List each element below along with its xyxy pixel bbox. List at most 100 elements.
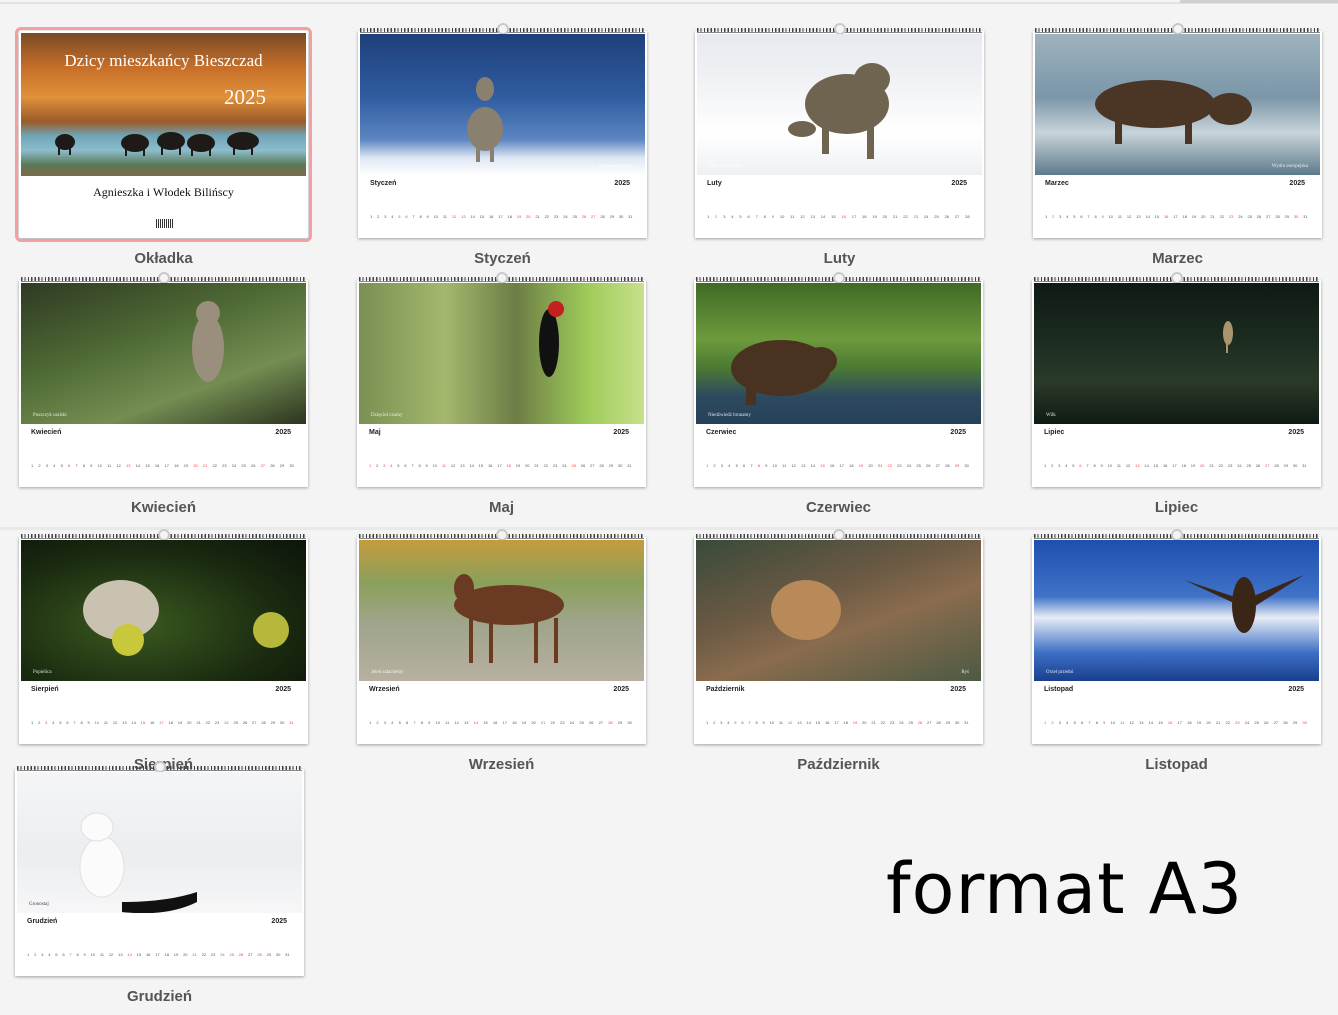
day-number: 9 <box>762 720 765 725</box>
day-number: 2 <box>1051 720 1054 725</box>
day-number: 17 <box>164 463 169 468</box>
day-number: 26 <box>944 214 949 219</box>
day-number: 24 <box>906 463 912 468</box>
day-number: 26 <box>250 463 256 468</box>
day-number: 12 <box>787 720 793 725</box>
day-number: 13 <box>1139 720 1144 725</box>
month-name: Wrzesień <box>369 686 400 693</box>
day-number: 4 <box>728 463 731 468</box>
day-number: 8 <box>82 463 85 468</box>
day-number: 17 <box>1172 463 1177 468</box>
day-number: 28 <box>261 720 266 725</box>
day-number: 1 <box>27 952 30 957</box>
day-numbers-row: 1 2 3 4 5 6 7 8 9 10 11 12 13 14 15 16 17 18 19 20 21 22 23 24 2… <box>706 464 969 473</box>
day-number: 30 <box>1292 463 1298 468</box>
day-number: 15 <box>478 463 484 468</box>
month-name: Styczeń <box>370 180 397 187</box>
day-number: 1 <box>31 463 34 468</box>
day-number: 27 <box>252 720 257 725</box>
day-number: 16 <box>829 463 835 468</box>
animal-silhouette <box>1223 321 1233 353</box>
day-number: 31 <box>289 720 294 725</box>
day-number: 15 <box>140 720 146 725</box>
day-number: 12 <box>800 214 805 219</box>
day-number: 26 <box>581 214 587 219</box>
day-number: 9 <box>83 952 86 957</box>
day-number: 11 <box>99 952 104 957</box>
photo-caption: Żbik europejski <box>709 164 741 169</box>
day-number: 24 <box>224 720 229 725</box>
day-number: 5 <box>1072 463 1075 468</box>
month-page-thumbnail-wrzesien[interactable]: Jeleń szlachetny Wrzesień 2025 1 2 3 4 5 6 7 8 9 10 1… <box>357 529 646 744</box>
day-number: 21 <box>1210 214 1215 219</box>
day-number: 13 <box>118 952 123 957</box>
animal-silhouette <box>788 63 890 159</box>
day-number: 5 <box>1073 720 1076 725</box>
photo-caption: Niedźwiedź brunatny <box>708 413 751 418</box>
month-photo: Jeleń szlachetny <box>359 540 644 681</box>
month-page-thumbnail-styczen[interactable]: Sarna europejska Styczeń 2025 1 2 3 4 5 6 7 8 9 10 11… <box>358 23 647 238</box>
day-number: 9 <box>428 720 431 725</box>
month-year: 2025 <box>613 686 629 693</box>
month-page-thumbnail-listopad[interactable]: Orzeł przedni Listopad 2025 1 2 3 4 5 6 7 8 9 10 11 12… <box>1032 529 1321 744</box>
day-number: 27 <box>591 214 596 219</box>
month-page-thumbnail-marzec[interactable]: Wydra europejska Marzec 2025 1 2 3 4 5 6 7 8 9 10 11 1… <box>1033 23 1322 238</box>
animal-silhouette <box>83 580 289 656</box>
animal-silhouette <box>539 301 564 377</box>
month-page-thumbnail-czerwiec[interactable]: Niedźwiedź brunatny Czerwiec 2025 1 2 3 4 5 6 7 8 9… <box>694 272 983 487</box>
day-number: 12 <box>454 720 459 725</box>
day-number: 6 <box>1080 720 1084 725</box>
month-year: 2025 <box>1288 686 1304 693</box>
day-number: 19 <box>1196 720 1202 725</box>
day-number: 20 <box>862 720 867 725</box>
cover-page-thumbnail[interactable]: Dzicy mieszkańcy Bieszczad 2025 Agnieszk… <box>15 27 312 242</box>
day-number: 5 <box>59 720 62 725</box>
month-label-marzec: Marzec <box>1152 250 1203 267</box>
day-number: 7 <box>1088 720 1091 725</box>
day-number: 10 <box>1108 214 1114 219</box>
day-number: 8 <box>420 720 423 725</box>
day-number: 10 <box>433 214 439 219</box>
day-numbers-row: 1 2 3 4 5 6 7 8 9 10 11 12 13 14 15 16 17 18 19 20 21 22 23 24 2… <box>706 721 969 730</box>
month-page-thumbnail-sierpien[interactable]: Popielica Sierpień 2025 1 2 3 4 5 6 7 8 9 10 11 12 13 14… <box>19 529 308 744</box>
day-number: 15 <box>831 214 836 219</box>
month-page-thumbnail-maj[interactable]: Dzięcioł czarny Maj 2025 1 2 3 4 5 6 7 8 9 10 11 12 13 1… <box>357 272 646 487</box>
day-number: 20 <box>525 463 530 468</box>
day-number: 7 <box>748 720 751 725</box>
day-number: 3 <box>45 720 48 725</box>
month-page-thumbnail-luty[interactable]: Żbik europejski Luty 2025 1 2 3 4 5 6 7 8 9 10 11 12 13… <box>695 23 984 238</box>
animal-silhouette <box>192 301 224 382</box>
day-number: 24 <box>923 214 929 219</box>
day-number: 25 <box>571 463 576 468</box>
day-number: 28 <box>936 720 941 725</box>
month-name: Marzec <box>1045 180 1069 187</box>
month-page-thumbnail-lipiec[interactable]: Wilk Lipiec 2025 1 2 3 4 5 6 7 8 9 10 11 12 13 14 15 16 17 1… <box>1032 272 1321 487</box>
day-number: 11 <box>1116 463 1121 468</box>
day-number: 11 <box>103 720 108 725</box>
day-number: 25 <box>1247 214 1252 219</box>
month-photo: Orzeł przedni <box>1034 540 1319 681</box>
day-number: 20 <box>1200 463 1205 468</box>
day-number: 28 <box>599 463 604 468</box>
day-number: 8 <box>76 952 79 957</box>
day-number: 21 <box>534 463 539 468</box>
month-page-thumbnail-pazdziernik[interactable]: Ryś Październik 2025 1 2 3 4 5 6 7 8 9 10 11 12 13 14 15 1… <box>694 529 983 744</box>
day-number: 6 <box>66 720 69 725</box>
day-number: 3 <box>45 463 49 468</box>
day-number: 29 <box>270 720 276 725</box>
month-label-lipiec: Lipiec <box>1154 499 1199 516</box>
month-label-pazdziernik: Październik <box>797 756 880 773</box>
day-number: 26 <box>1255 463 1261 468</box>
animal-silhouette <box>79 812 197 913</box>
day-number: 2 <box>38 463 41 468</box>
day-number: 20 <box>882 214 888 219</box>
day-number: 25 <box>908 720 913 725</box>
month-label-czerwiec: Czerwiec <box>805 499 872 516</box>
month-page-thumbnail-grudzien[interactable]: Gronostaj Grudzień 2025 1 2 3 4 5 6 7 8 9 10 11 12 13 14… <box>15 761 304 976</box>
day-number: 26 <box>242 720 248 725</box>
day-number: 18 <box>1187 720 1192 725</box>
month-page-thumbnail-kwiecien[interactable]: Puszczyk uralski Kwiecień 2025 1 2 3 4 5 6 7 8 9 10 1… <box>19 272 308 487</box>
day-number: 20 <box>1206 720 1211 725</box>
day-number: 30 <box>289 463 294 468</box>
day-number: 30 <box>618 214 624 219</box>
